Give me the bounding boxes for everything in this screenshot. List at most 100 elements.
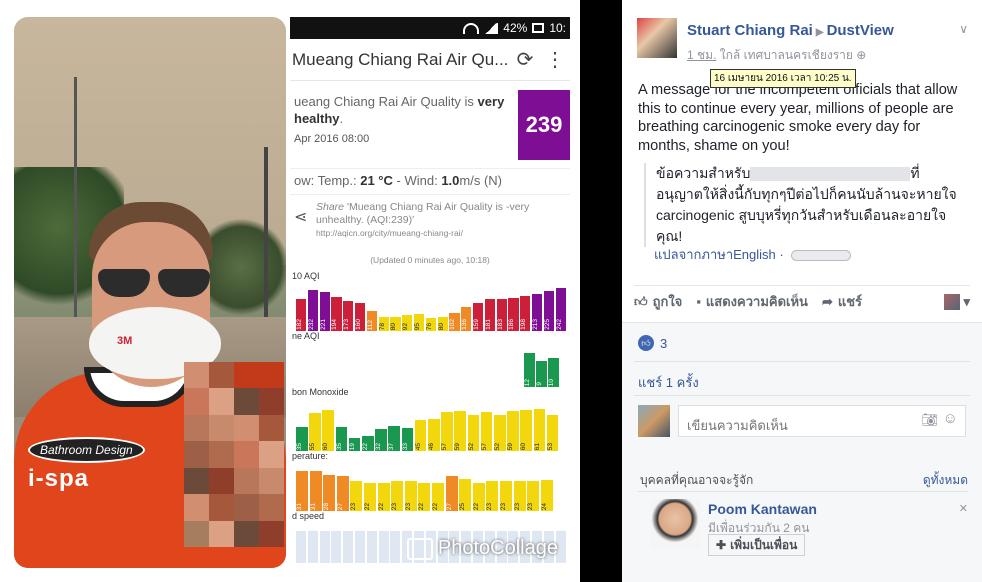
globe-icon: ⊕ xyxy=(856,48,867,62)
chart-bar xyxy=(331,531,342,563)
chart-bar xyxy=(319,531,330,563)
chart-bar: 9 xyxy=(536,361,547,387)
chart-bar: 60 xyxy=(322,410,335,451)
post-as-selector[interactable]: ▾ xyxy=(944,293,970,310)
bar-value-label: 23 xyxy=(527,502,535,510)
people-you-may-know: บุคคลที่คุณอาจจะรู้จัก ดูทั้งหมด Poom Ka… xyxy=(638,471,968,581)
battery-percent: 42% xyxy=(503,21,528,35)
chart-bar: 76 xyxy=(425,318,437,331)
bar-chart: 182 232 221 194 173 160 112 78 80 92 95 76 80 102 136 1… xyxy=(290,283,570,331)
likes-count[interactable]: 👍︎ 3 xyxy=(638,335,667,351)
avatar[interactable] xyxy=(637,18,677,58)
chart-bar: 242 xyxy=(555,288,566,331)
chart-bar: 22 xyxy=(364,483,377,511)
bar-value-label: 28 xyxy=(323,502,331,510)
post-location[interactable]: ใกล้ เทศบาลนครเชียงราย xyxy=(720,48,853,62)
translation-rating[interactable] xyxy=(791,250,852,262)
pixelated-hand xyxy=(184,362,284,547)
chart-bar: 194 xyxy=(331,297,342,331)
bar-value-label: 23 xyxy=(486,502,494,510)
chart-bar: 23 xyxy=(527,481,540,511)
bar-value-label: 52 xyxy=(467,442,475,450)
share-button[interactable]: ➦ แชร์ xyxy=(822,291,862,312)
chart-bar: 23 xyxy=(486,481,499,511)
bar-value-label: 22 xyxy=(364,502,371,510)
bar-value-label: 22 xyxy=(362,442,369,450)
author-link[interactable]: Stuart Chiang Rai xyxy=(687,22,813,39)
chart-bar xyxy=(355,531,365,563)
like-button[interactable]: 👍︎ ถูกใจ xyxy=(634,291,682,312)
bar-value-label: 55 xyxy=(309,442,317,450)
see-all-link[interactable]: ดูทั้งหมด xyxy=(923,471,968,490)
chart-bar: 60 xyxy=(520,410,533,451)
add-friend-button[interactable]: ✚ เพิ่มเป็นเพื่อน xyxy=(708,534,806,556)
page-link[interactable]: DustView xyxy=(827,22,894,39)
chart-bar: 57 xyxy=(480,412,493,451)
chart-bar: 35 xyxy=(296,427,308,451)
chart-bar: 182 xyxy=(296,299,307,331)
chart-bar: 112 xyxy=(366,311,378,331)
chart-bar: 225 xyxy=(543,291,555,331)
chart-bar: 12 xyxy=(524,353,535,387)
comment-icon: ▪ xyxy=(696,294,701,309)
chart-section-label: ne AQI xyxy=(292,331,320,341)
person-name[interactable]: Poom Kantawan xyxy=(708,501,817,517)
bar-value-label: 57 xyxy=(441,442,449,450)
chevron-down-icon[interactable]: ∨ xyxy=(959,22,968,36)
weather-line: ow: Temp.: 21 °C - Wind: 1.0m/s (N) xyxy=(290,169,570,195)
aqi-date: Apr 2016 08:00 xyxy=(294,133,370,145)
bar-value-label: 242 xyxy=(555,319,563,330)
bar-value-label: 112 xyxy=(366,319,374,330)
close-icon[interactable]: ✕ xyxy=(959,502,968,515)
refresh-icon[interactable]: ⟳ xyxy=(510,47,540,72)
bar-value-label: 61 xyxy=(533,442,541,450)
signal-icon xyxy=(484,22,499,34)
thumbs-up-icon: 👍︎ xyxy=(634,293,648,309)
chart-bar: 27 xyxy=(336,476,349,511)
more-vert-icon[interactable]: ⋮ xyxy=(540,47,570,72)
chart-bar: 27 xyxy=(445,476,458,511)
share-box[interactable]: ⋖ Share 'Mueang Chiang Rai Air Quality i… xyxy=(290,195,570,255)
chart-bar: 92 xyxy=(402,315,413,331)
pymk-title: บุคคลที่คุณอาจจะรู้จัก xyxy=(640,473,754,487)
bar-value-label: 22 xyxy=(432,502,439,510)
comment-button[interactable]: ▪ แสดงความคิดเห็น xyxy=(696,291,808,312)
post-author-line: Stuart Chiang Rai ▶ DustView xyxy=(687,22,894,39)
bar-value-label: 23 xyxy=(391,502,399,510)
chart-bar: 136 xyxy=(461,307,472,331)
post-time[interactable]: 1 ชม. xyxy=(687,48,716,62)
bar-chart: 12 9 10 xyxy=(290,343,570,387)
bar-value-label: 27 xyxy=(445,502,453,510)
bar-value-label: 60 xyxy=(520,442,528,450)
bar-value-label: 23 xyxy=(404,502,412,510)
bar-value-label: 136 xyxy=(461,319,469,330)
avatar[interactable] xyxy=(650,499,700,549)
chart-bar: 232 xyxy=(307,290,319,331)
shares-count[interactable]: แชร์ 1 ครั้ง xyxy=(638,372,699,393)
aqi-headline: ueang Chiang Rai Air Quality is very heal… xyxy=(294,94,505,126)
bar-value-label: 76 xyxy=(425,322,433,330)
translate-link[interactable]: แปลจากภาษาEnglish · xyxy=(654,244,852,265)
bar-chart: 31 31 28 27 23 22 22 23 23 22 22 27 25 22 23 23 23 23 24 xyxy=(290,463,570,511)
chart-bar: 23 xyxy=(350,481,363,511)
bar-value-label: 221 xyxy=(319,319,327,330)
bar-value-label: 33 xyxy=(401,442,409,450)
emoji-icon[interactable]: ☺ xyxy=(943,410,958,427)
chart-section-label: 10 AQI xyxy=(292,271,320,281)
bar-value-label: 181 xyxy=(484,319,492,330)
bar-value-label: 159 xyxy=(473,319,480,330)
chart-bar: 159 xyxy=(473,303,484,331)
post-meta: 1 ชม. ใกล้ เทศบาลนครเชียงราย ⊕ xyxy=(687,46,866,65)
chart-bar: 33 xyxy=(401,428,414,451)
camera-icon[interactable]: 📷︎ xyxy=(921,412,938,428)
bar-value-label: 160 xyxy=(355,319,362,330)
chart-bar: 22 xyxy=(418,483,431,511)
bar-value-label: 57 xyxy=(480,442,488,450)
chart-bar: 181 xyxy=(484,299,496,331)
aqi-history-charts: 10 AQI 182 232 221 194 173 160 112 78 80 92 95 76 80 1… xyxy=(290,271,570,563)
feedback-section: 👍︎3 แชร์ 1 ครั้ง 📷︎ ☺ บุคคลที่คุณอาจจะรู… xyxy=(622,322,982,582)
chart-bar: 22 xyxy=(377,483,390,511)
chart-bar: 173 xyxy=(343,301,354,331)
bar-value-label: 35 xyxy=(335,442,343,450)
chart-bar: 80 xyxy=(437,317,448,331)
